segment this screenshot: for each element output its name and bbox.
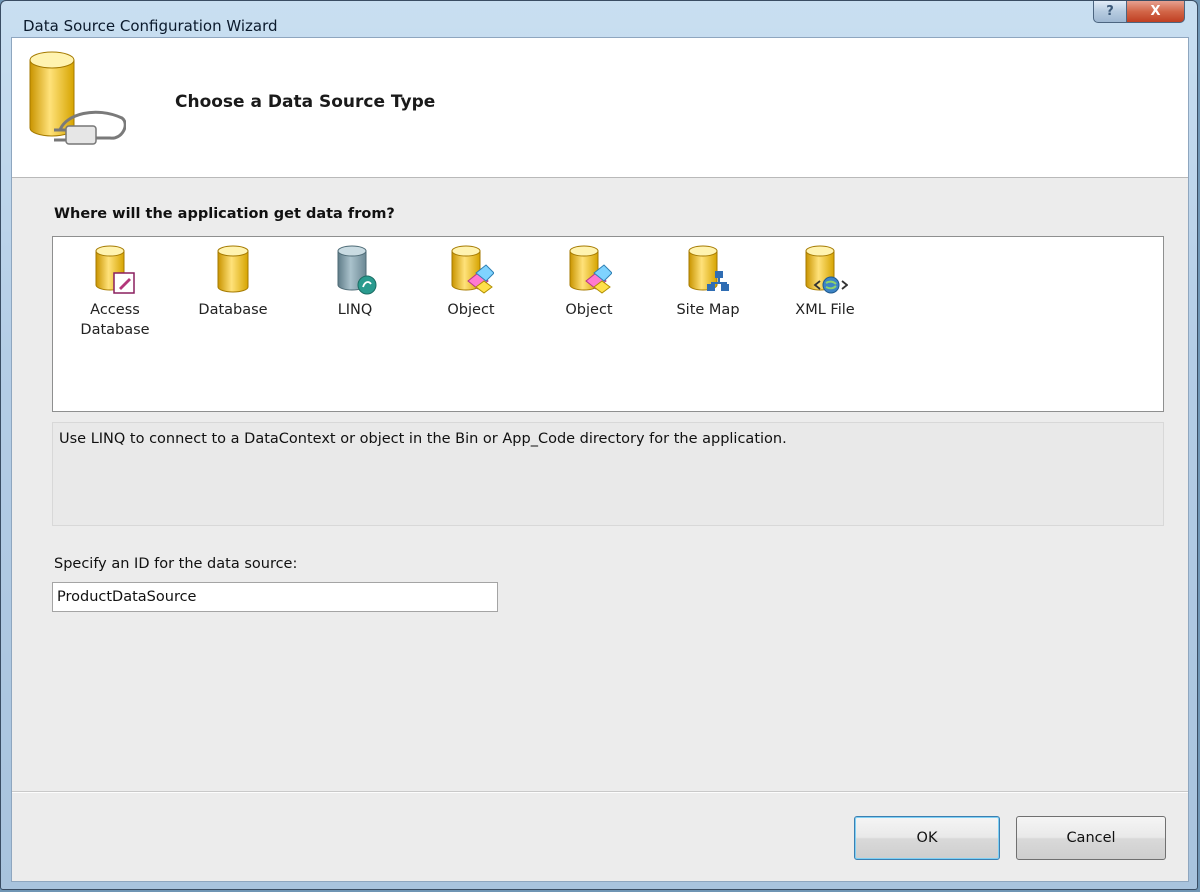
list-item-object-2[interactable]: Object bbox=[539, 243, 639, 320]
list-item-label: LINQ bbox=[305, 300, 405, 320]
access-database-icon bbox=[95, 245, 135, 294]
list-item-label: Object bbox=[447, 302, 495, 318]
wizard-window: Data Source Configuration Wizard ? X Cho… bbox=[0, 0, 1198, 890]
caption-buttons: ? X bbox=[1093, 1, 1185, 23]
data-source-id-input[interactable] bbox=[52, 582, 498, 612]
list-item-object[interactable]: Object bbox=[421, 243, 521, 320]
description-panel: Use LINQ to connect to a DataContext or … bbox=[52, 422, 1164, 526]
list-item-label: XML File bbox=[795, 302, 855, 318]
id-field-label: Specify an ID for the data source: bbox=[54, 556, 298, 572]
list-item-access-database[interactable]: Access Database bbox=[65, 243, 165, 340]
close-button[interactable]: X bbox=[1127, 1, 1185, 23]
site-map-icon bbox=[688, 245, 729, 291]
database-icon bbox=[217, 245, 249, 293]
wizard-header: Choose a Data Source Type bbox=[12, 38, 1188, 178]
list-item-site-map[interactable]: Site Map bbox=[658, 243, 758, 320]
description-text: Use LINQ to connect to a DataContext or … bbox=[59, 431, 787, 447]
header-title: Choose a Data Source Type bbox=[175, 92, 436, 112]
xml-file-icon bbox=[805, 245, 848, 294]
footer-divider bbox=[12, 791, 1188, 793]
object-icon bbox=[569, 245, 612, 294]
list-item-label: Access Database bbox=[80, 302, 150, 338]
help-icon: ? bbox=[1106, 4, 1114, 19]
source-group-label: Where will the application get data from… bbox=[54, 206, 395, 222]
dialog-client-area: Choose a Data Source Type Where will the… bbox=[11, 37, 1189, 882]
list-item-label: Object bbox=[565, 302, 613, 318]
window-title: Data Source Configuration Wizard bbox=[23, 17, 278, 35]
list-item-linq[interactable]: LINQ bbox=[305, 243, 405, 320]
list-item-xml-file[interactable]: XML File bbox=[775, 243, 875, 320]
list-item-label: Database bbox=[198, 302, 268, 318]
list-item-label: Site Map bbox=[676, 302, 740, 318]
linq-icon bbox=[337, 245, 377, 295]
data-source-plug-icon bbox=[29, 51, 126, 145]
data-source-type-list[interactable]: Access Database Database LINQ Object Obj… bbox=[52, 236, 1164, 412]
list-item-label-selected: LINQ bbox=[337, 302, 373, 318]
help-button[interactable]: ? bbox=[1093, 1, 1127, 23]
cancel-button[interactable]: Cancel bbox=[1016, 816, 1166, 860]
close-icon: X bbox=[1150, 4, 1161, 19]
object-icon bbox=[451, 245, 494, 294]
ok-button[interactable]: OK bbox=[854, 816, 1000, 860]
list-item-database[interactable]: Database bbox=[183, 243, 283, 320]
